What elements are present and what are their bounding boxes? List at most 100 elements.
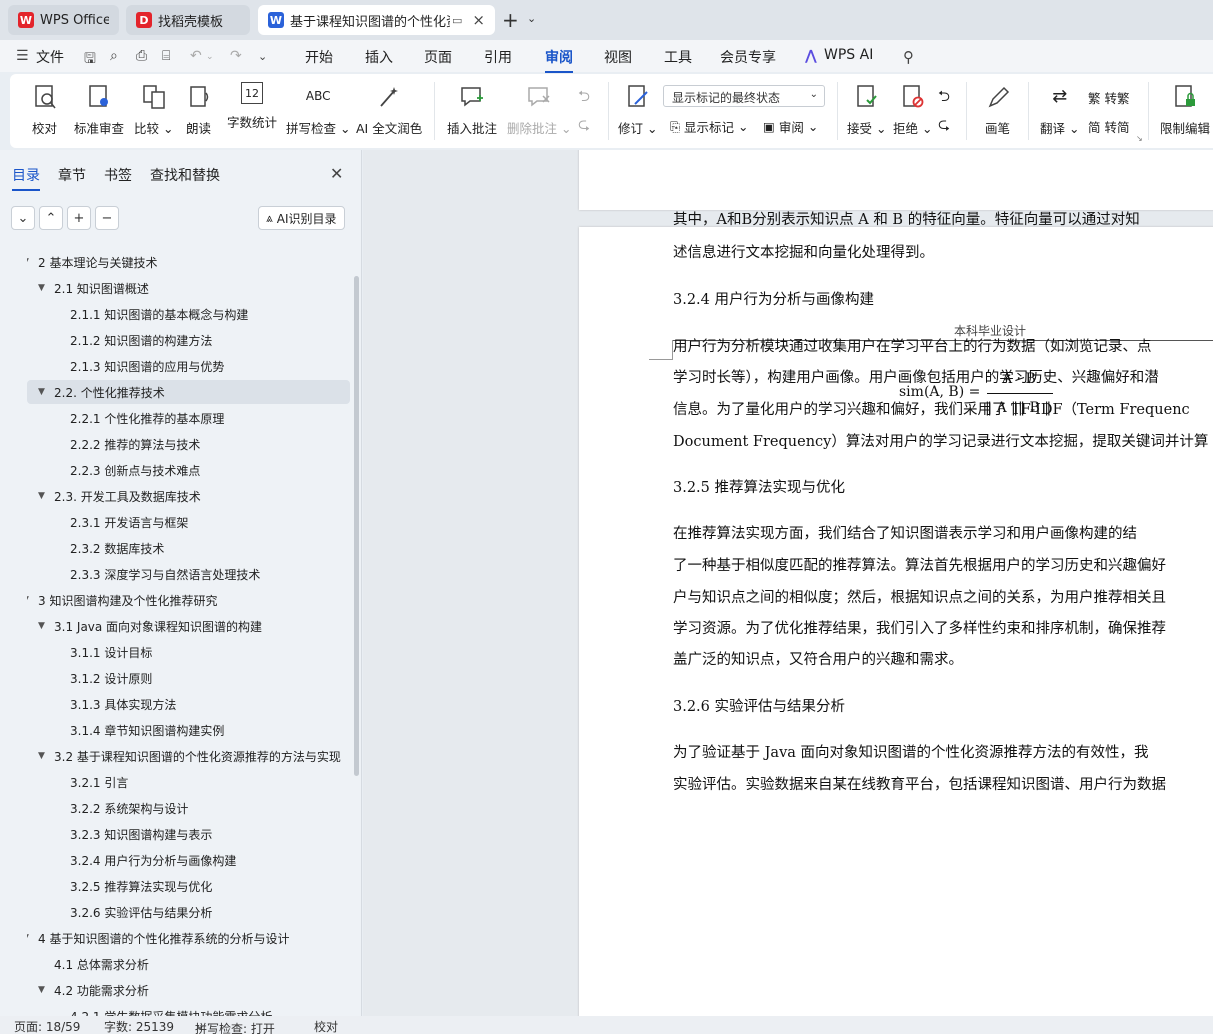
close-pane-icon[interactable]: ✕ (330, 164, 343, 183)
page-indicator[interactable]: 页面: 18/59 (14, 1018, 80, 1034)
toc-item[interactable]: 3.1.1 设计目标 (27, 640, 350, 664)
undo-dropdown-icon[interactable]: ⌄ (206, 52, 214, 62)
compare-button[interactable]: 比较 ⌄ (134, 82, 173, 137)
spell-check-button[interactable]: ABC 拼写检查 ⌄ (286, 82, 350, 137)
toc-item[interactable]: 3.2.4 用户行为分析与画像构建 (27, 848, 350, 872)
toc-item[interactable]: 2.2.3 创新点与技术难点 (27, 458, 350, 482)
word-count-button[interactable]: 12 字数统计 (227, 82, 277, 131)
track-changes-button[interactable]: 修订 ⌄ (618, 82, 657, 137)
translate-button[interactable]: ⇄ 翻译 ⌄ (1040, 82, 1079, 137)
toc-item[interactable]: 3.1.2 设计原则 (27, 666, 350, 690)
expand-triangle-icon[interactable]: ▼ (38, 283, 45, 293)
toc-scrollbar[interactable] (354, 276, 359, 776)
close-tab-icon[interactable]: × (466, 11, 485, 29)
toc-item[interactable]: ▼ 3.2 基于课程知识图谱的个性化资源推荐的方法与实现 (27, 744, 350, 768)
toc-item[interactable]: ▼ 2.3. 开发工具及数据库技术 (27, 484, 350, 508)
restrict-edit-button[interactable]: 限制编辑 (1160, 82, 1210, 137)
toc-item[interactable]: ▼ 4.2 功能需求分析 (27, 978, 350, 1002)
tab-docer-templates[interactable]: D 找稻壳模板 (126, 5, 250, 35)
expand-all-button[interactable]: ⌄ (11, 206, 35, 230)
standard-review-button[interactable]: 标准审查 (74, 82, 124, 137)
print-icon[interactable]: ⎙ (136, 48, 147, 64)
more-icon[interactable]: ⌄ (258, 50, 267, 63)
nav-tab-toc[interactable]: 目录 (12, 165, 40, 191)
toc-item[interactable]: 2.1.3 知识图谱的应用与优势 (27, 354, 350, 378)
to-traditional-button[interactable]: 繁转繁 (1088, 88, 1130, 107)
display-mode-select[interactable]: 显示标记的最终状态 ⌄ (663, 85, 825, 107)
redo-icon[interactable]: ↷ (230, 48, 242, 64)
insert-comment-button[interactable]: 插入批注 (447, 82, 497, 137)
read-aloud-button[interactable]: 朗读 (186, 82, 211, 137)
format-painter-icon[interactable]: ⌕ (110, 48, 118, 64)
tab-wps-office[interactable]: W WPS Office (8, 5, 119, 35)
toc-item[interactable]: 2.2.1 个性化推荐的基本原理 (27, 406, 350, 430)
toc-item[interactable]: 3.2.6 实验评估与结果分析 (27, 900, 350, 924)
delete-comment-button[interactable]: 删除批注 ⌄ (507, 82, 571, 137)
toc-item[interactable]: 3.1.3 具体实现方法 (27, 692, 350, 716)
prev-comment-icon[interactable]: ⮌ (578, 86, 590, 111)
spell-check-indicator[interactable]: 拼写检查: 打开 ⌄ (195, 1018, 275, 1034)
chevron-down-icon[interactable]: ⌄ (527, 12, 536, 25)
toc-item[interactable]: ▼ 2.2. 个性化推荐技术 (27, 380, 350, 404)
expand-triangle-icon[interactable]: ▼ (38, 491, 45, 501)
tab-current-document[interactable]: W 基于课程知识图谱的个性化资 ▭ × (258, 5, 495, 35)
add-heading-button[interactable]: + (67, 206, 91, 230)
nav-tab-chapters[interactable]: 章节 (58, 165, 86, 191)
menu-wps-ai[interactable]: WPS AI (824, 47, 873, 63)
menu-page[interactable]: 页面 (424, 47, 452, 67)
toc-item[interactable]: 2.3.1 开发语言与框架 (27, 510, 350, 534)
menu-insert[interactable]: 插入 (365, 47, 393, 67)
expand-triangle-icon[interactable]: ▼ (38, 621, 45, 631)
menu-member[interactable]: 会员专享 (720, 47, 776, 67)
toc-item[interactable]: 4.2.1 学生数据采集模块功能需求分析 (27, 1004, 350, 1017)
search-icon[interactable]: ⚲ (903, 48, 914, 66)
word-count-indicator[interactable]: 字数: 25139 (104, 1018, 174, 1034)
ai-toc-button[interactable]: ⩓ AI识别目录 (258, 206, 345, 230)
toc-item[interactable]: ▼ 3 知识图谱构建及个性化推荐研究 (27, 588, 350, 612)
toc-item[interactable]: ▼ 3.1 Java 面向对象课程知识图谱的构建 (27, 614, 350, 638)
toc-item[interactable]: 2.3.3 深度学习与自然语言处理技术 (27, 562, 350, 586)
menu-tools[interactable]: 工具 (664, 47, 692, 67)
review-pane-button[interactable]: ▣ 审阅 ⌄ (763, 117, 818, 136)
next-comment-icon[interactable]: ⮎ (578, 114, 590, 139)
toc-item[interactable]: 3.2.2 系统架构与设计 (27, 796, 350, 820)
menu-view[interactable]: 视图 (604, 47, 632, 67)
toc-item[interactable]: 3.1.4 章节知识图谱构建实例 (27, 718, 350, 742)
print-preview-icon[interactable]: ⌸ (162, 48, 170, 64)
new-tab-icon[interactable]: + (502, 8, 519, 32)
next-change-icon[interactable]: ⮎ (938, 114, 950, 139)
pen-button[interactable]: 画笔 (985, 82, 1010, 137)
toc-item[interactable]: 3.2.3 知识图谱构建与表示 (27, 822, 350, 846)
toc-item[interactable]: 4.1 总体需求分析 (27, 952, 350, 976)
collapse-all-button[interactable]: ⌃ (39, 206, 63, 230)
toc-item[interactable]: ▼ 2 基本理论与关键技术 (27, 250, 350, 274)
accept-button[interactable]: 接受 ⌄ (847, 82, 886, 137)
expand-triangle-icon[interactable]: ▼ (27, 595, 29, 605)
undo-icon[interactable]: ↶ (190, 48, 202, 64)
menu-review[interactable]: 审阅 (545, 47, 573, 73)
menu-reference[interactable]: 引用 (484, 47, 512, 67)
menu-file[interactable]: 文件 (36, 47, 64, 67)
expand-triangle-icon[interactable]: ▼ (27, 257, 29, 267)
menu-start[interactable]: 开始 (305, 47, 333, 67)
document-page[interactable]: 本科毕业设计 sim(A, B) = A · B ‖ A ‖‖ B ‖ 其中，A… (579, 212, 1213, 1016)
show-markup-button[interactable]: ⎘ 显示标记 ⌄ (670, 117, 749, 136)
nav-tab-find-replace[interactable]: 查找和替换 (150, 165, 220, 191)
toc-item[interactable]: 3.2.5 推荐算法实现与优化 (27, 874, 350, 898)
nav-tab-bookmarks[interactable]: 书签 (104, 165, 132, 191)
expand-triangle-icon[interactable]: ▼ (27, 933, 29, 943)
prev-change-icon[interactable]: ⮌ (938, 86, 950, 111)
expand-corner-icon[interactable]: ↘ (1136, 134, 1143, 143)
hamburger-icon[interactable]: ☰ (16, 48, 29, 64)
toc-item[interactable]: 2.2.2 推荐的算法与技术 (27, 432, 350, 456)
save-icon[interactable]: 🖫 (84, 48, 96, 72)
toc-item[interactable]: 2.3.2 数据库技术 (27, 536, 350, 560)
toc-item[interactable]: 2.1.1 知识图谱的基本概念与构建 (27, 302, 350, 326)
remove-heading-button[interactable]: − (95, 206, 119, 230)
proof-indicator[interactable]: 校对 (314, 1018, 338, 1034)
expand-triangle-icon[interactable]: ▼ (38, 387, 45, 397)
to-simplified-button[interactable]: 简转简 (1088, 117, 1130, 136)
expand-triangle-icon[interactable]: ▼ (38, 985, 45, 995)
toc-item[interactable]: ▼ 2.1 知识图谱概述 (27, 276, 350, 300)
toc-item[interactable]: 3.2.1 引言 (27, 770, 350, 794)
